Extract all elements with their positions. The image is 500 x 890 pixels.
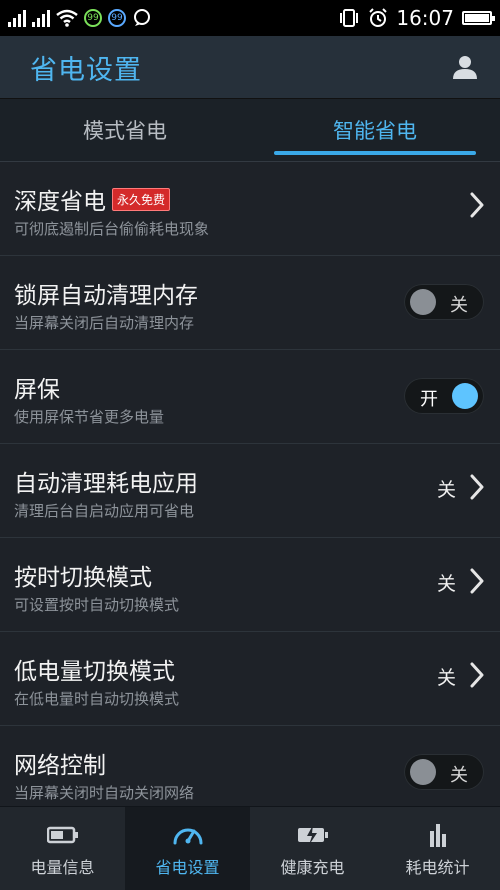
free-badge: 永久免费 — [112, 187, 171, 211]
nav-label: 省电设置 — [155, 858, 220, 877]
mode-tabs: 模式省电 智能省电 — [0, 99, 500, 162]
vibrate-icon — [340, 9, 359, 27]
toggle-label: 关 — [450, 295, 468, 316]
setting-subtitle: 使用屏保节省更多电量 — [14, 408, 165, 426]
status-bar: 99 99 16:07 — [0, 0, 500, 36]
setting-deep-saving[interactable]: 深度省电 永久免费 可彻底遏制后台偷偷耗电现象 — [0, 162, 500, 256]
chevron-right-icon — [470, 474, 484, 500]
setting-timed-switch[interactable]: 按时切换模式 可设置按时自动切换模式 关 — [0, 538, 500, 632]
nav-label: 健康充电 — [280, 858, 345, 877]
setting-value: 关 — [436, 573, 456, 595]
alarm-icon — [369, 8, 388, 27]
user-icon[interactable] — [452, 54, 478, 80]
notification-badge-icon-2: 99 — [108, 9, 126, 27]
toggle-label: 关 — [450, 765, 468, 786]
wifi-icon — [56, 9, 78, 27]
tab-smart-saving[interactable]: 智能省电 — [250, 99, 500, 161]
nav-power-stats[interactable]: 耗电统计 — [375, 807, 500, 890]
setting-auto-clean-apps[interactable]: 自动清理耗电应用 清理后台自启动应用可省电 关 — [0, 444, 500, 538]
nav-power-settings[interactable]: 省电设置 — [125, 807, 250, 890]
battery-status-icon — [462, 11, 495, 25]
setting-title: 深度省电 — [14, 189, 106, 215]
setting-subtitle: 可设置按时自动切换模式 — [14, 596, 180, 614]
setting-subtitle: 可彻底遏制后台偷偷耗电现象 — [14, 220, 210, 238]
charging-icon — [297, 825, 328, 845]
setting-lockscreen-clean: 锁屏自动清理内存 当屏幕关闭后自动清理内存 关 — [0, 256, 500, 350]
setting-title: 按时切换模式 — [14, 565, 152, 591]
setting-subtitle: 当屏幕关闭后自动清理内存 — [14, 314, 195, 332]
setting-title: 低电量切换模式 — [14, 659, 175, 685]
setting-title-wrap: 深度省电 永久免费 — [14, 182, 171, 216]
setting-subtitle: 清理后台自启动应用可省电 — [14, 502, 195, 520]
app-header: 省电设置 — [0, 36, 500, 99]
settings-list: 深度省电 永久免费 可彻底遏制后台偷偷耗电现象 锁屏自动清理内存 当屏幕关闭后自… — [0, 162, 500, 808]
bottom-navigation: 电量信息 省电设置 健康充电 耗电统计 — [0, 806, 500, 890]
setting-title: 屏保 — [14, 377, 60, 403]
setting-screensaver: 屏保 使用屏保节省更多电量 开 — [0, 350, 500, 444]
screensaver-toggle[interactable]: 开 — [404, 378, 484, 414]
toggle-knob — [410, 289, 436, 315]
network-control-toggle[interactable]: 关 — [404, 754, 484, 790]
setting-subtitle: 当屏幕关闭时自动关闭网络 — [14, 784, 195, 802]
signal-icon — [8, 9, 26, 27]
chevron-right-icon — [470, 568, 484, 594]
chat-icon — [134, 9, 150, 26]
nav-battery-info[interactable]: 电量信息 — [0, 807, 125, 890]
clock: 16:07 — [396, 6, 454, 30]
setting-low-battery-switch[interactable]: 低电量切换模式 在低电量时自动切换模式 关 — [0, 632, 500, 726]
setting-title: 自动清理耗电应用 — [14, 471, 198, 497]
nav-label: 电量信息 — [30, 858, 95, 877]
setting-value: 关 — [436, 667, 456, 689]
toggle-label: 开 — [420, 389, 438, 410]
toggle-knob — [452, 383, 478, 409]
nav-healthy-charging[interactable]: 健康充电 — [250, 807, 375, 890]
chevron-right-icon — [470, 662, 484, 688]
bar-chart-icon — [429, 824, 446, 847]
setting-title: 网络控制 — [14, 753, 106, 779]
lockscreen-clean-toggle[interactable]: 关 — [404, 284, 484, 320]
notification-badge-icon: 99 — [84, 9, 102, 27]
tab-mode-saving[interactable]: 模式省电 — [0, 99, 250, 161]
setting-subtitle: 在低电量时自动切换模式 — [14, 690, 180, 708]
toggle-knob — [410, 759, 436, 785]
chevron-right-icon — [470, 192, 484, 218]
signal-icon-2 — [32, 9, 50, 27]
nav-label: 耗电统计 — [405, 858, 470, 877]
battery-icon — [46, 826, 78, 844]
setting-title: 锁屏自动清理内存 — [14, 283, 198, 309]
page-title: 省电设置 — [30, 54, 142, 86]
speedometer-icon — [173, 828, 202, 845]
setting-value: 关 — [436, 479, 456, 501]
setting-network-control: 网络控制 当屏幕关闭时自动关闭网络 关 — [0, 726, 500, 808]
